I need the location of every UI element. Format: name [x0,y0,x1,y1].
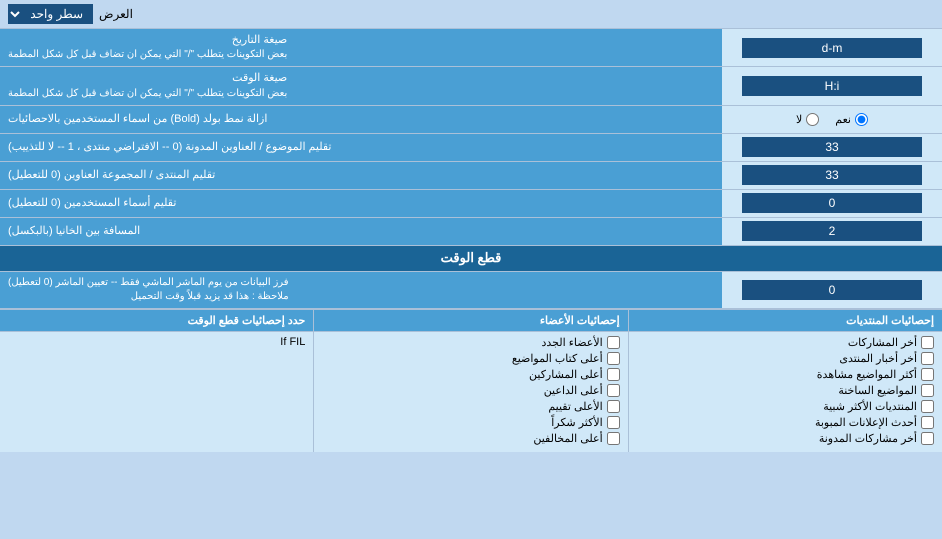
cb-col1-1[interactable]: أخر أخبار المنتدى [637,352,934,365]
forum-group-input[interactable] [742,165,922,185]
usernames-label: تقليم أسماء المستخدمين (0 للتعطيل) [0,190,722,217]
forum-group-label: تقليم المنتدى / المجموعة العناوين (0 للت… [0,162,722,189]
if-fil-note: If FIL [8,336,305,348]
cb-col2-3[interactable]: أعلى الداعين [322,384,619,397]
cb-col1-5[interactable]: أحدث الإعلانات المبوبة [637,416,934,429]
col-space-label: المسافة بين الخانيا (بالبكسل) [0,218,722,245]
cb-col2-1[interactable]: أعلى كتاب المواضيع [322,352,619,365]
date-format-input-cell [722,29,942,66]
cutoff-title: قطع الوقت [441,250,502,266]
checkbox-col1: أخر المشاركات أخر أخبار المنتدى أكثر الم… [628,332,942,452]
topics-input[interactable] [742,137,922,157]
cutoff-input[interactable] [742,280,922,300]
radio-yes[interactable]: نعم [835,113,868,126]
radio-yes-input[interactable] [855,113,868,126]
topics-input-cell [722,134,942,161]
cb-col2-5[interactable]: الأكثر شكراً [322,416,619,429]
bold-label: ازالة نمط بولد (Bold) من اسماء المستخدمي… [0,106,722,133]
time-format-label: صيغة الوقت بعض التكوينات يتطلب "/" التي … [0,67,722,104]
col1-header: إحصائيات المنتديات [628,310,942,331]
cb-col1-6[interactable]: أخر مشاركات المدونة [637,432,934,445]
col-space-input-cell [722,218,942,245]
cb-col1-2[interactable]: أكثر المواضيع مشاهدة [637,368,934,381]
date-format-input[interactable] [742,38,922,58]
cb-col2-6[interactable]: أعلى المخالفين [322,432,619,445]
col2-header: إحصائيات الأعضاء [313,310,627,331]
cb-col2-0[interactable]: الأعضاء الجدد [322,336,619,349]
time-format-input-cell [722,67,942,104]
forum-group-input-cell [722,162,942,189]
bold-radio-cell: نعم لا [722,106,942,133]
cb-col2-4[interactable]: الأعلى تقييم [322,400,619,413]
time-format-input[interactable] [742,76,922,96]
usernames-input[interactable] [742,193,922,213]
cb-col2-2[interactable]: أعلى المشاركين [322,368,619,381]
limit-label: حدد إحصائيات قطع الوقت [0,310,313,331]
usernames-input-cell [722,190,942,217]
right-limit-area: If FIL [0,332,313,452]
cb-col1-0[interactable]: أخر المشاركات [637,336,934,349]
radio-no[interactable]: لا [796,113,819,126]
cb-col1-4[interactable]: المنتديات الأكثر شبية [637,400,934,413]
radio-no-input[interactable] [806,113,819,126]
cutoff-section-header: قطع الوقت [0,246,942,272]
date-format-label: صيغة التاريخ بعض التكوينات يتطلب "/" الت… [0,29,722,66]
cutoff-input-cell [722,272,942,308]
checkbox-col2: الأعضاء الجدد أعلى كتاب المواضيع أعلى ال… [313,332,627,452]
cutoff-label: فرز البيانات من يوم الماشر الماشي فقط --… [0,272,722,308]
col-space-input[interactable] [742,221,922,241]
topics-label: تقليم الموضوع / العناوين المدونة (0 -- ا… [0,134,722,161]
display-select[interactable]: سطر واحد [8,4,93,24]
display-label: العرض [99,7,133,21]
cb-col1-3[interactable]: المواضيع الساخنة [637,384,934,397]
